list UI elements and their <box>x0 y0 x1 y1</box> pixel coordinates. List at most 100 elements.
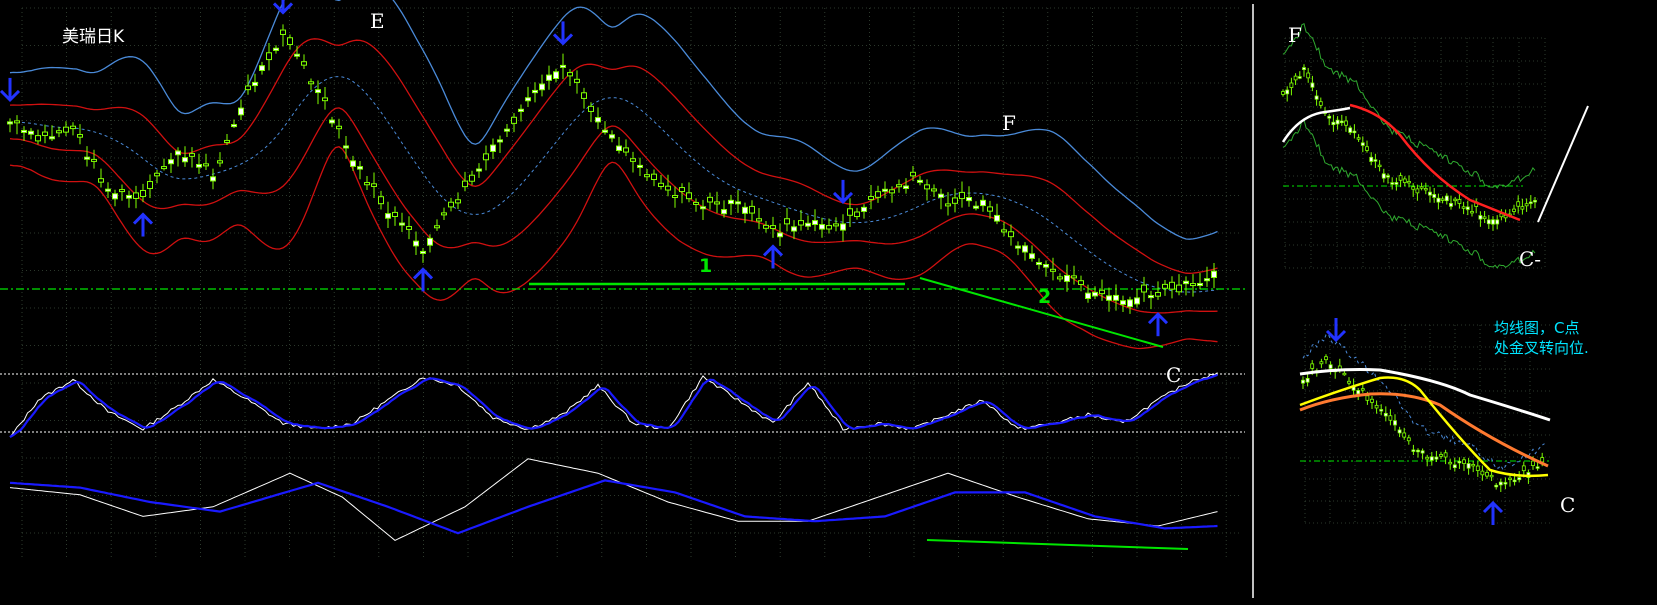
candle-body <box>553 71 559 80</box>
inset-bottom-candle-body <box>1521 465 1526 472</box>
inset-bottom-candle-body <box>1485 472 1489 477</box>
inset-bottom-candle-body <box>1425 456 1430 460</box>
inset-top-label-c: C- <box>1519 247 1541 271</box>
inset-top-candle-body <box>1402 178 1407 183</box>
inset-bottom-candle-body <box>1531 460 1535 466</box>
inset-top-candle-body <box>1344 120 1348 126</box>
inset-top-candle-body <box>1390 182 1395 185</box>
candle-body <box>245 85 251 91</box>
candle-body <box>616 145 622 152</box>
inset-top-candle-body <box>1432 194 1437 198</box>
candle-body <box>595 117 601 123</box>
candle-body <box>574 78 580 83</box>
candle-body <box>147 181 153 190</box>
candle-body <box>483 153 489 161</box>
inset-bottom-candle-body <box>1324 356 1328 361</box>
candle-body <box>525 97 531 102</box>
candle-body <box>637 164 643 168</box>
inset-top-candle-body <box>1293 75 1298 81</box>
candle-body <box>49 136 55 140</box>
candle-body <box>154 172 160 177</box>
candle-body <box>889 189 895 194</box>
inset-top-candle-body <box>1520 206 1525 210</box>
inset-top-label-f: F <box>1288 23 1302 47</box>
candle-body <box>931 188 937 192</box>
inset-bottom-candle-body <box>1494 484 1499 488</box>
candle-body <box>497 139 503 143</box>
chart-svg: 美瑞日K E F C 1 2 F C- C 均线图，C点 处金叉转向位. <box>0 0 1657 601</box>
inset-bottom-candle-body <box>1356 390 1361 395</box>
inset-top-candle-body <box>1423 188 1428 191</box>
candle-body <box>560 64 566 68</box>
candle-body <box>21 129 27 133</box>
candle-body <box>1001 229 1007 233</box>
inset-top-candle-body <box>1381 173 1386 179</box>
candle-body <box>966 197 972 202</box>
candle-body <box>441 212 447 216</box>
candle-body <box>238 107 244 116</box>
inset-top-candle-body <box>1373 159 1378 162</box>
candle-body <box>833 223 839 227</box>
candle-body <box>896 184 902 188</box>
inset-top-candle-body <box>1377 164 1382 168</box>
candle-body <box>203 163 209 167</box>
candle-body <box>630 158 636 162</box>
candle-body <box>1008 231 1014 238</box>
inset-top-candle-body <box>1415 188 1420 194</box>
candle-body <box>287 37 293 46</box>
candle-body <box>735 201 741 205</box>
candle-body <box>1197 282 1203 286</box>
candle-body <box>602 129 608 133</box>
candle-body <box>1106 295 1112 301</box>
inset-bottom-candle-body <box>1305 377 1310 383</box>
inset-note-line-1: 均线图，C点 <box>1494 319 1579 337</box>
inset-top-candle-body <box>1436 197 1441 203</box>
inset-bottom-candle-body <box>1365 395 1370 401</box>
inset-note-line-2: 处金叉转向位. <box>1494 339 1589 357</box>
candle-body <box>791 226 797 232</box>
candle-body <box>385 213 391 219</box>
chart-background <box>0 0 1657 601</box>
candle-body <box>770 225 776 229</box>
candle-body <box>812 220 818 226</box>
inset-top-candle-body <box>1314 95 1319 100</box>
candle-body <box>875 191 881 198</box>
candle-body <box>413 240 419 247</box>
inset-top-candle-body <box>1478 215 1483 220</box>
candle-body <box>1183 280 1189 285</box>
inset-top-candle-body <box>1491 219 1495 225</box>
candle-body <box>231 124 237 128</box>
candle-body <box>322 97 328 102</box>
candle-body <box>952 197 958 204</box>
inset-top-candle-body <box>1281 91 1285 95</box>
inset-top-candle-body <box>1369 156 1374 162</box>
candle-body <box>714 201 720 205</box>
inset-top-candle-body <box>1444 195 1449 202</box>
inset-top-candle-body <box>1407 181 1411 184</box>
inset-bottom-candle-body <box>1328 364 1333 369</box>
inset-top-candle-body <box>1440 198 1445 201</box>
candle-body <box>763 224 769 229</box>
candle-body <box>1190 283 1196 287</box>
candle-body <box>1155 291 1161 297</box>
candle-body <box>798 220 804 226</box>
candle-body <box>462 180 468 188</box>
candle-body <box>119 189 125 193</box>
inset-bottom-candle-body <box>1379 409 1384 412</box>
inset-bottom-candle-body <box>1466 463 1471 469</box>
candle-body <box>217 160 223 164</box>
candle-body <box>756 218 762 222</box>
candle-body <box>693 201 699 205</box>
candle-body <box>686 192 692 200</box>
inset-bottom-candle-body <box>1452 464 1457 469</box>
candle-body <box>42 131 48 136</box>
candle-body <box>847 208 853 216</box>
inset-top-candle-body <box>1398 175 1403 181</box>
inset-top-candle-body <box>1339 120 1344 124</box>
candle-body <box>350 160 356 167</box>
inset-bottom-candle-body <box>1397 429 1402 434</box>
inset-bottom-candle-body <box>1416 449 1420 453</box>
inset-bottom-candle-body <box>1535 466 1540 469</box>
candle-body <box>1043 263 1049 268</box>
label-line-2: 2 <box>1038 286 1051 308</box>
